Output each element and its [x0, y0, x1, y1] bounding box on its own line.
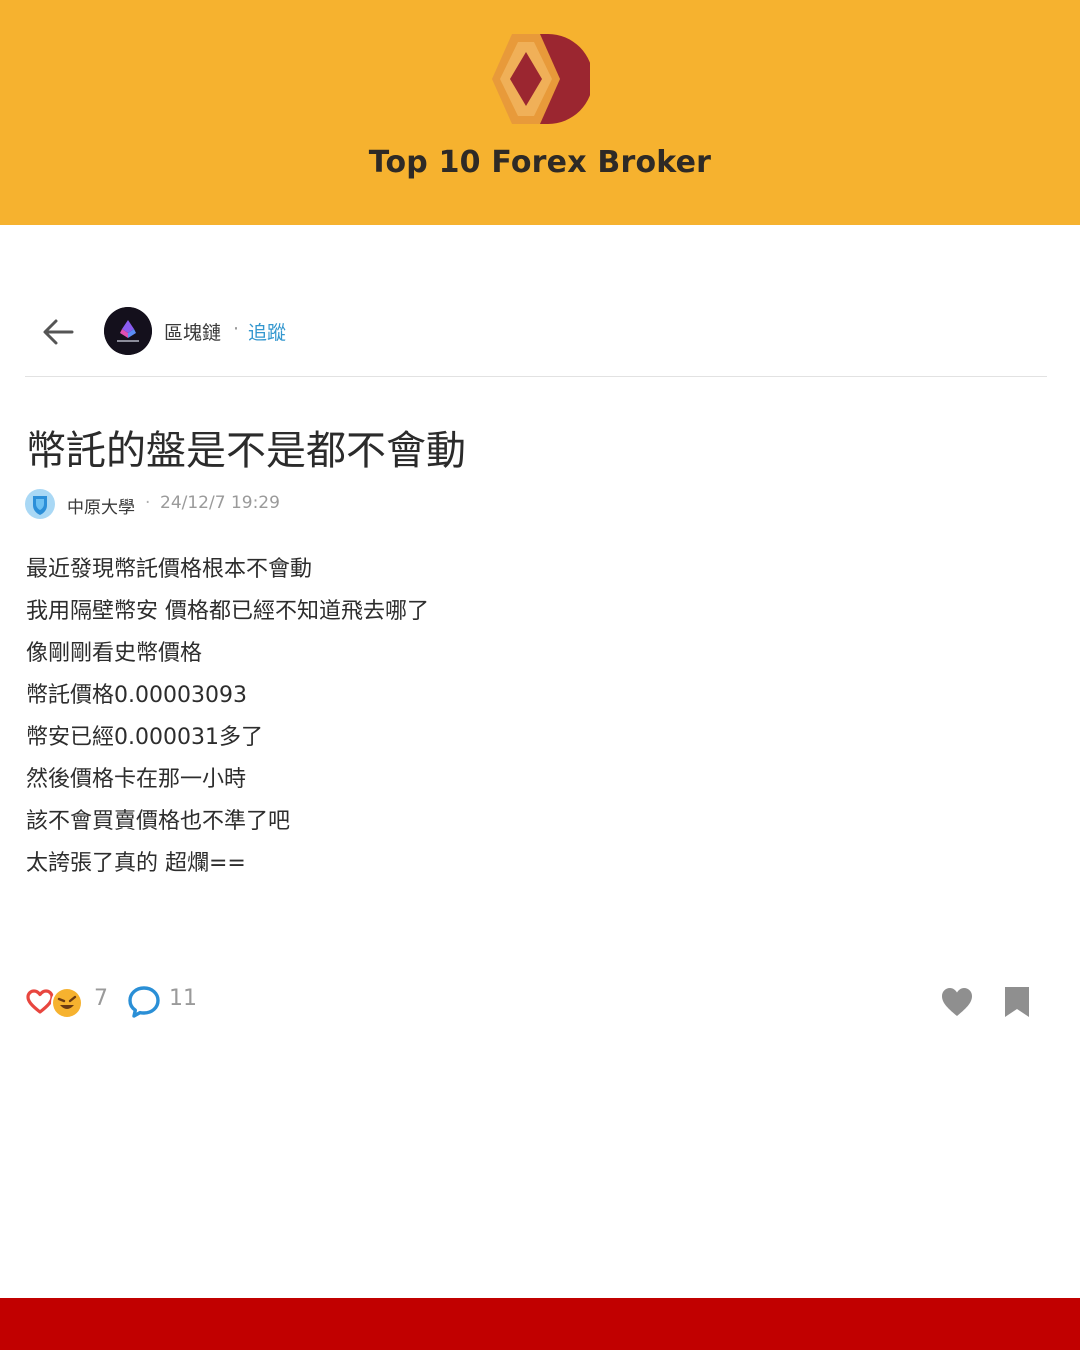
- post-line: 該不會買賣價格也不準了吧: [26, 809, 291, 834]
- post-title: 幣託的盤是不是都不會動: [26, 428, 466, 474]
- bottom-bar: [0, 1298, 1080, 1350]
- board-name[interactable]: 區塊鏈: [164, 318, 221, 345]
- author-avatar-icon: [25, 489, 55, 519]
- board-avatar[interactable]: [104, 307, 152, 355]
- header-separator: ·: [233, 318, 240, 340]
- reaction-count: 7: [94, 986, 108, 1011]
- comment-icon[interactable]: [127, 985, 161, 1019]
- post-line: 最近發現幣託價格根本不會動: [26, 557, 313, 582]
- comment-count: 11: [169, 986, 197, 1011]
- post-body: 最近發現幣託價格根本不會動 我用隔壁幣安 價格都已經不知道飛去哪了 像剛剛看史幣…: [26, 549, 1026, 885]
- post-line: 太誇張了真的 超爛==: [26, 851, 246, 876]
- bookmark-icon[interactable]: [1003, 985, 1031, 1019]
- brand-title: Top 10 Forex Broker: [368, 145, 712, 180]
- post-line: 我用隔壁幣安 價格都已經不知道飛去哪了: [26, 599, 429, 624]
- hive-logo-icon: [492, 34, 590, 124]
- follow-button[interactable]: 追蹤: [248, 318, 286, 345]
- post-line: 然後價格卡在那一小時: [26, 767, 247, 792]
- header-divider: [25, 376, 1047, 377]
- post-line: 像剛剛看史幣價格: [26, 641, 203, 666]
- arrow-left-icon[interactable]: [40, 316, 76, 348]
- brand-banner: Top 10 Forex Broker: [0, 0, 1080, 225]
- meta-separator: ·: [145, 493, 151, 513]
- board-logo-icon: [104, 307, 152, 355]
- post-line: 幣託價格0.00003093: [26, 683, 247, 708]
- post-line: 幣安已經0.000031多了: [26, 725, 263, 750]
- post-timestamp: 24/12/7 19:29: [160, 493, 280, 513]
- heart-icon[interactable]: [940, 985, 974, 1019]
- author-school: 中原大學: [67, 498, 135, 518]
- laugh-reaction-icon: [51, 987, 83, 1019]
